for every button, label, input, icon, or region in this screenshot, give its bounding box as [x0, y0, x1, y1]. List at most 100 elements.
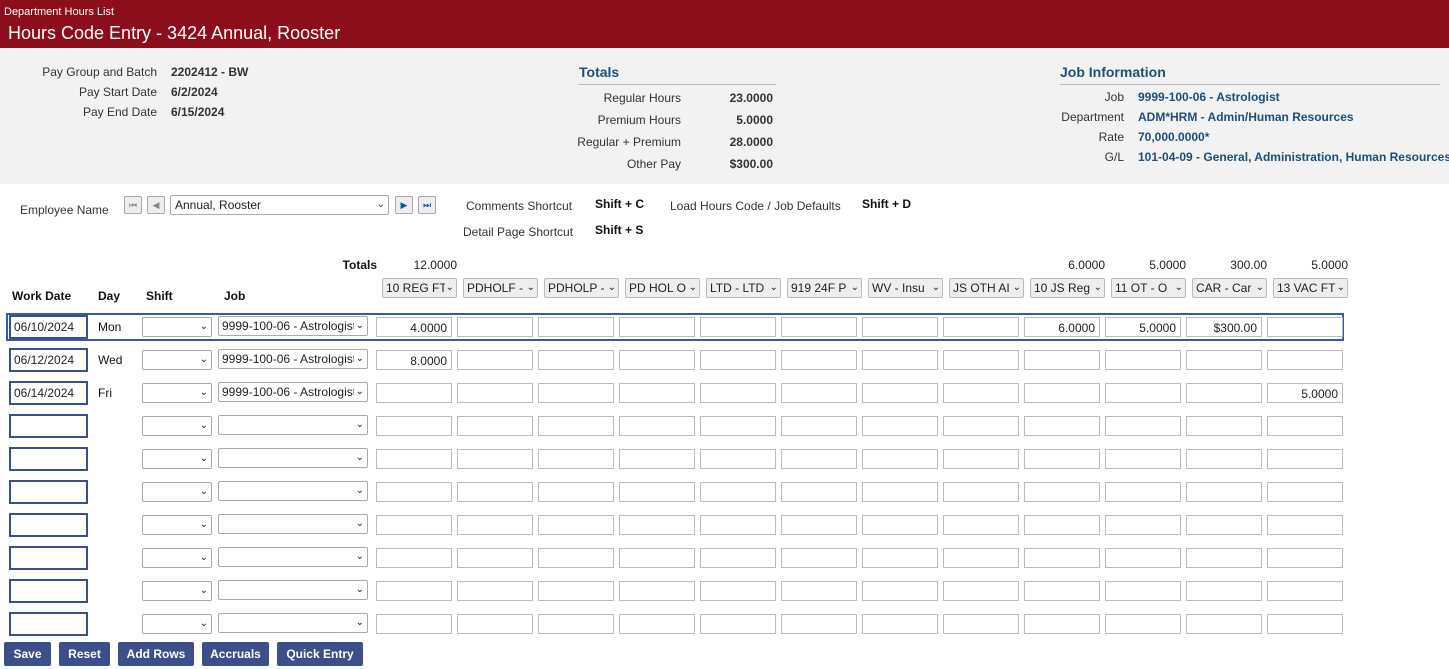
- hours-input[interactable]: [1105, 383, 1181, 403]
- hours-input[interactable]: [943, 350, 1019, 370]
- hours-input[interactable]: [538, 482, 614, 502]
- hours-input[interactable]: [619, 482, 695, 502]
- hours-input[interactable]: [376, 548, 452, 568]
- hours-input[interactable]: [700, 416, 776, 436]
- hours-input[interactable]: [619, 383, 695, 403]
- hours-input[interactable]: [862, 317, 938, 337]
- hours-input[interactable]: [376, 482, 452, 502]
- hours-input[interactable]: [781, 383, 857, 403]
- hours-code-select[interactable]: 13 VAC FT ⌄: [1273, 278, 1348, 298]
- hours-input[interactable]: [538, 449, 614, 469]
- hours-input[interactable]: [376, 416, 452, 436]
- shift-select[interactable]: ⌄: [142, 350, 212, 370]
- job-select[interactable]: ⌄: [218, 514, 368, 534]
- hours-code-select[interactable]: CAR - Car ⌄: [1192, 278, 1267, 298]
- hours-input[interactable]: [862, 515, 938, 535]
- hours-input[interactable]: [943, 614, 1019, 634]
- hours-input[interactable]: [538, 317, 614, 337]
- hours-input[interactable]: [1267, 515, 1343, 535]
- job-select[interactable]: ⌄: [218, 580, 368, 600]
- hours-input[interactable]: [781, 581, 857, 601]
- job-select[interactable]: ⌄: [218, 547, 368, 567]
- hours-input[interactable]: [943, 449, 1019, 469]
- hours-input[interactable]: [457, 515, 533, 535]
- last-employee-button[interactable]: ⏭: [418, 196, 436, 214]
- hours-input[interactable]: [862, 350, 938, 370]
- hours-input[interactable]: [457, 383, 533, 403]
- job-select[interactable]: ⌄: [218, 481, 368, 501]
- hours-input[interactable]: [1105, 614, 1181, 634]
- hours-input[interactable]: [700, 449, 776, 469]
- shift-select[interactable]: ⌄: [142, 317, 212, 337]
- hours-input[interactable]: [619, 350, 695, 370]
- hours-input[interactable]: [538, 350, 614, 370]
- hours-input[interactable]: [1267, 449, 1343, 469]
- first-employee-button[interactable]: ⏮: [124, 196, 142, 214]
- hours-input[interactable]: [700, 482, 776, 502]
- job-select[interactable]: ⌄: [218, 613, 368, 633]
- hours-code-select[interactable]: PDHOLF - P ⌄: [463, 278, 538, 298]
- hours-input[interactable]: 6.0000: [1024, 317, 1100, 337]
- hours-input[interactable]: [538, 383, 614, 403]
- hours-input[interactable]: [862, 416, 938, 436]
- hours-input[interactable]: [619, 416, 695, 436]
- breadcrumb[interactable]: Department Hours List: [4, 6, 114, 18]
- hours-input[interactable]: [943, 383, 1019, 403]
- hours-input[interactable]: 5.0000: [1267, 383, 1343, 403]
- hours-input[interactable]: [457, 581, 533, 601]
- hours-input[interactable]: [700, 614, 776, 634]
- hours-input[interactable]: [1186, 350, 1262, 370]
- shift-select[interactable]: ⌄: [142, 515, 212, 535]
- hours-input[interactable]: [781, 515, 857, 535]
- hours-input[interactable]: [376, 449, 452, 469]
- hours-input[interactable]: [1186, 614, 1262, 634]
- hours-input[interactable]: [1105, 482, 1181, 502]
- previous-employee-button[interactable]: ◀: [147, 196, 165, 214]
- hours-code-select[interactable]: 10 JS Reg ⌄: [1030, 278, 1105, 298]
- hours-input[interactable]: [1105, 416, 1181, 436]
- shift-select[interactable]: ⌄: [142, 449, 212, 469]
- hours-input[interactable]: [1267, 416, 1343, 436]
- hours-input[interactable]: [1024, 614, 1100, 634]
- hours-input[interactable]: [619, 515, 695, 535]
- hours-input[interactable]: [1105, 350, 1181, 370]
- hours-input[interactable]: [457, 482, 533, 502]
- hours-input[interactable]: [781, 317, 857, 337]
- hours-input[interactable]: [700, 548, 776, 568]
- hours-input[interactable]: [538, 416, 614, 436]
- hours-input[interactable]: [1267, 548, 1343, 568]
- work-date-input[interactable]: [9, 612, 88, 636]
- work-date-input[interactable]: [9, 414, 88, 438]
- hours-code-select[interactable]: LTD - LTD ⌄: [706, 278, 781, 298]
- hours-input[interactable]: [943, 515, 1019, 535]
- hours-code-select[interactable]: 10 REG FT ⌄: [382, 278, 457, 298]
- hours-input[interactable]: [1024, 515, 1100, 535]
- hours-input[interactable]: [1186, 581, 1262, 601]
- hours-input[interactable]: [1105, 581, 1181, 601]
- hours-input[interactable]: [862, 449, 938, 469]
- hours-input[interactable]: [619, 581, 695, 601]
- hours-input[interactable]: 4.0000: [376, 317, 452, 337]
- hours-input[interactable]: [538, 515, 614, 535]
- hours-input[interactable]: [781, 614, 857, 634]
- hours-input[interactable]: [619, 317, 695, 337]
- hours-input[interactable]: [943, 482, 1019, 502]
- shift-select[interactable]: ⌄: [142, 416, 212, 436]
- work-date-input[interactable]: [9, 480, 88, 504]
- hours-input[interactable]: [538, 581, 614, 601]
- hours-input[interactable]: [1024, 383, 1100, 403]
- add-rows-button[interactable]: Add Rows: [118, 642, 194, 666]
- hours-input[interactable]: [619, 449, 695, 469]
- hours-input[interactable]: [943, 317, 1019, 337]
- work-date-input[interactable]: [9, 546, 88, 570]
- next-employee-button[interactable]: ▶: [395, 196, 413, 214]
- save-button[interactable]: Save: [4, 642, 51, 666]
- hours-input[interactable]: $300.00: [1186, 317, 1262, 337]
- hours-input[interactable]: [1186, 449, 1262, 469]
- hours-input[interactable]: [781, 449, 857, 469]
- hours-input[interactable]: [1267, 317, 1343, 337]
- hours-input[interactable]: [1267, 614, 1343, 634]
- hours-input[interactable]: [700, 515, 776, 535]
- hours-input[interactable]: [700, 581, 776, 601]
- hours-input[interactable]: [1186, 416, 1262, 436]
